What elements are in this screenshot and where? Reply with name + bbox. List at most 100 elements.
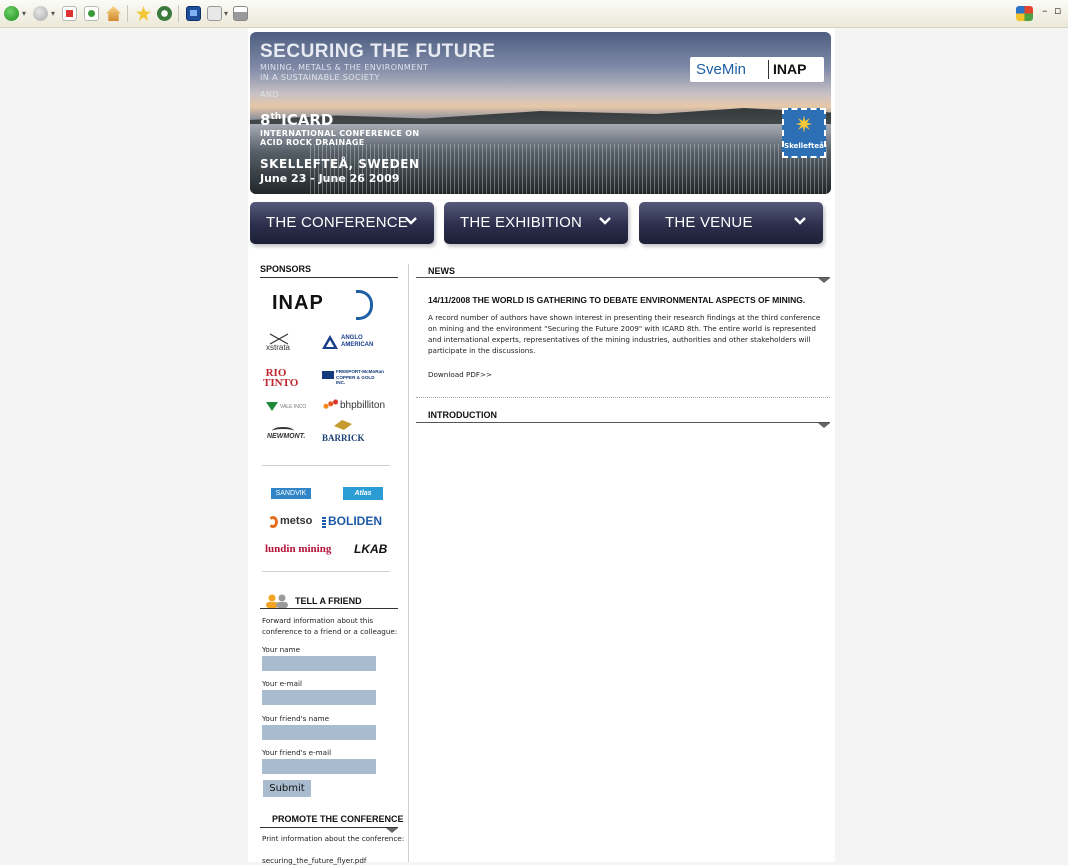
restore-icon[interactable]: ▫ [1054, 4, 1061, 17]
icard-subtitle-line1: INTERNATIONAL CONFERENCE ON [260, 129, 420, 138]
favorites-icon[interactable] [136, 6, 151, 21]
sponsor-logo-metso[interactable]: metso [280, 515, 312, 527]
tell-a-friend-rule [260, 608, 398, 609]
promote-text: Print information about the conference: [262, 834, 405, 843]
forward-dropdown-icon[interactable]: ▾ [51, 9, 55, 18]
people-icon [265, 593, 289, 608]
sponsors-separator [262, 465, 390, 466]
banner-date: June 23 - June 26 2009 [260, 172, 400, 185]
sponsor-logo-vale-inco[interactable]: VALE INCO [280, 404, 306, 410]
promote-heading: PROMOTE THE CONFERENCE [272, 814, 404, 824]
freeport-icon [322, 371, 334, 379]
sponsor-logo-lundin-mining[interactable]: lundin mining [265, 543, 331, 555]
tell-a-friend-heading: TELL A FRIEND [295, 596, 362, 606]
flyer-link[interactable]: securing_the_future_flyer.pdf [262, 856, 366, 865]
sponsor-logo-lkab[interactable]: LKAB [354, 542, 387, 556]
banner-and: AND [260, 90, 279, 99]
chevron-down-icon [794, 217, 806, 225]
nav-the-conference[interactable]: THE CONFERENCE [250, 202, 434, 244]
news-divider [416, 397, 830, 398]
sponsor-logo-anglo-american[interactable]: ANGLO AMERICAN [341, 335, 387, 349]
banner-city: SKELLEFTEÅ, SWEDEN [260, 157, 420, 171]
star-icon: ✷ [794, 113, 814, 138]
sponsor-logo-xstrata[interactable] [268, 330, 290, 345]
toolbar-separator [127, 5, 128, 22]
corner-marker-icon [818, 278, 830, 283]
chevron-down-icon [405, 217, 417, 225]
nav-label: THE EXHIBITION [460, 214, 582, 231]
boliden-icon [322, 517, 326, 528]
sponsor-logo-sandvik[interactable]: SANDVIK [271, 488, 311, 499]
corner-marker-icon [818, 423, 830, 428]
mail-icon[interactable] [207, 6, 222, 21]
news-rule [416, 277, 830, 278]
skelleftea-stamp: ✷ Skellefteå [782, 108, 826, 158]
svemin-inap-logo[interactable]: SveMin INAP [690, 57, 824, 82]
svemin-logo: SveMin [696, 61, 747, 78]
your-name-input[interactable] [262, 656, 376, 671]
friend-name-input[interactable] [262, 725, 376, 740]
header-banner: SECURING THE FUTURE MINING, METALS & THE… [250, 32, 831, 194]
banner-title: SECURING THE FUTURE [260, 41, 496, 62]
sponsor-logo-boliden[interactable]: BOLIDEN [328, 514, 382, 528]
home-icon[interactable] [106, 6, 121, 21]
icard-title: 8thICARD [260, 111, 334, 129]
stamp-label: Skellefteå [784, 142, 824, 150]
refresh-icon[interactable] [84, 6, 99, 21]
logo-divider [768, 60, 769, 79]
metso-icon [268, 516, 278, 528]
download-pdf-link[interactable]: Download PDF>> [428, 370, 492, 379]
nav-label: THE VENUE [665, 214, 753, 231]
nav-label: THE CONFERENCE [266, 214, 408, 231]
friend-email-label: Your friend's e-mail [262, 748, 332, 757]
sponsor-logo-barrick[interactable]: BARRICK [322, 433, 365, 443]
back-icon[interactable] [4, 6, 19, 21]
introduction-rule [416, 422, 830, 423]
news-body: A record number of authors have shown in… [428, 313, 821, 355]
sponsor-logo-newmont[interactable]: NEWMONT. [267, 433, 305, 440]
rss-icon[interactable] [186, 6, 201, 21]
submit-button[interactable]: Submit [263, 780, 311, 797]
back-dropdown-icon[interactable]: ▾ [22, 9, 26, 18]
sponsor-logo-inap[interactable]: INAP [272, 292, 324, 315]
nav-the-exhibition[interactable]: THE EXHIBITION [444, 202, 628, 244]
introduction-heading: INTRODUCTION [428, 410, 497, 420]
friend-name-label: Your friend's name [262, 714, 330, 723]
sponsors-rule [260, 277, 398, 278]
news-heading: NEWS [428, 266, 455, 276]
forward-icon[interactable] [33, 6, 48, 21]
windows-flag-icon [1016, 6, 1033, 21]
sponsors-separator [262, 571, 390, 572]
history-icon[interactable] [157, 6, 172, 21]
sponsor-logo-atlas-copco[interactable]: Atlas Copco [343, 487, 383, 510]
your-email-input[interactable] [262, 690, 376, 705]
nav-the-venue[interactable]: THE VENUE [639, 202, 823, 244]
chevron-down-icon [599, 217, 611, 225]
sponsor-logo-bhpbilliton[interactable]: bhpbilliton [340, 400, 385, 411]
your-email-label: Your e-mail [262, 679, 303, 688]
friend-email-input[interactable] [262, 759, 376, 774]
sponsor-logo-freeport[interactable]: FREEPORT-McMoRan COPPER & GOLD INC. [336, 369, 384, 386]
sponsors-heading: SPONSORS [260, 264, 312, 274]
bhp-dots-icon [322, 399, 338, 411]
your-name-label: Your name [262, 645, 301, 654]
inap-logo: INAP [773, 61, 807, 77]
icard-subtitle-line2: ACID ROCK DRAINAGE [260, 138, 365, 147]
browser-toolbar: ▾ ▾ ▾ – ▫ [0, 0, 1068, 28]
news-title: 14/11/2008 THE WORLD IS GATHERING TO DEB… [428, 295, 806, 305]
stop-icon[interactable] [62, 6, 77, 21]
barrick-icon [334, 420, 352, 430]
vale-icon [266, 402, 278, 411]
sidebar-divider [408, 264, 409, 862]
mail-dropdown-icon[interactable]: ▾ [224, 9, 228, 18]
sponsor-logo-rio-tinto[interactable]: RIO TINTO [263, 368, 298, 389]
print-icon[interactable] [233, 6, 248, 21]
banner-subtitle-line2: IN A SUSTAINABLE SOCIETY [260, 73, 380, 82]
minimize-icon[interactable]: – [1042, 4, 1048, 17]
promote-rule [260, 827, 398, 828]
inap-arc-icon [356, 290, 373, 320]
toolbar-separator [178, 5, 179, 22]
tell-a-friend-text: Forward information about this conferenc… [262, 616, 398, 636]
web-page: SECURING THE FUTURE MINING, METALS & THE… [248, 28, 835, 865]
sponsor-name-xstrata: xstrata [266, 343, 291, 352]
